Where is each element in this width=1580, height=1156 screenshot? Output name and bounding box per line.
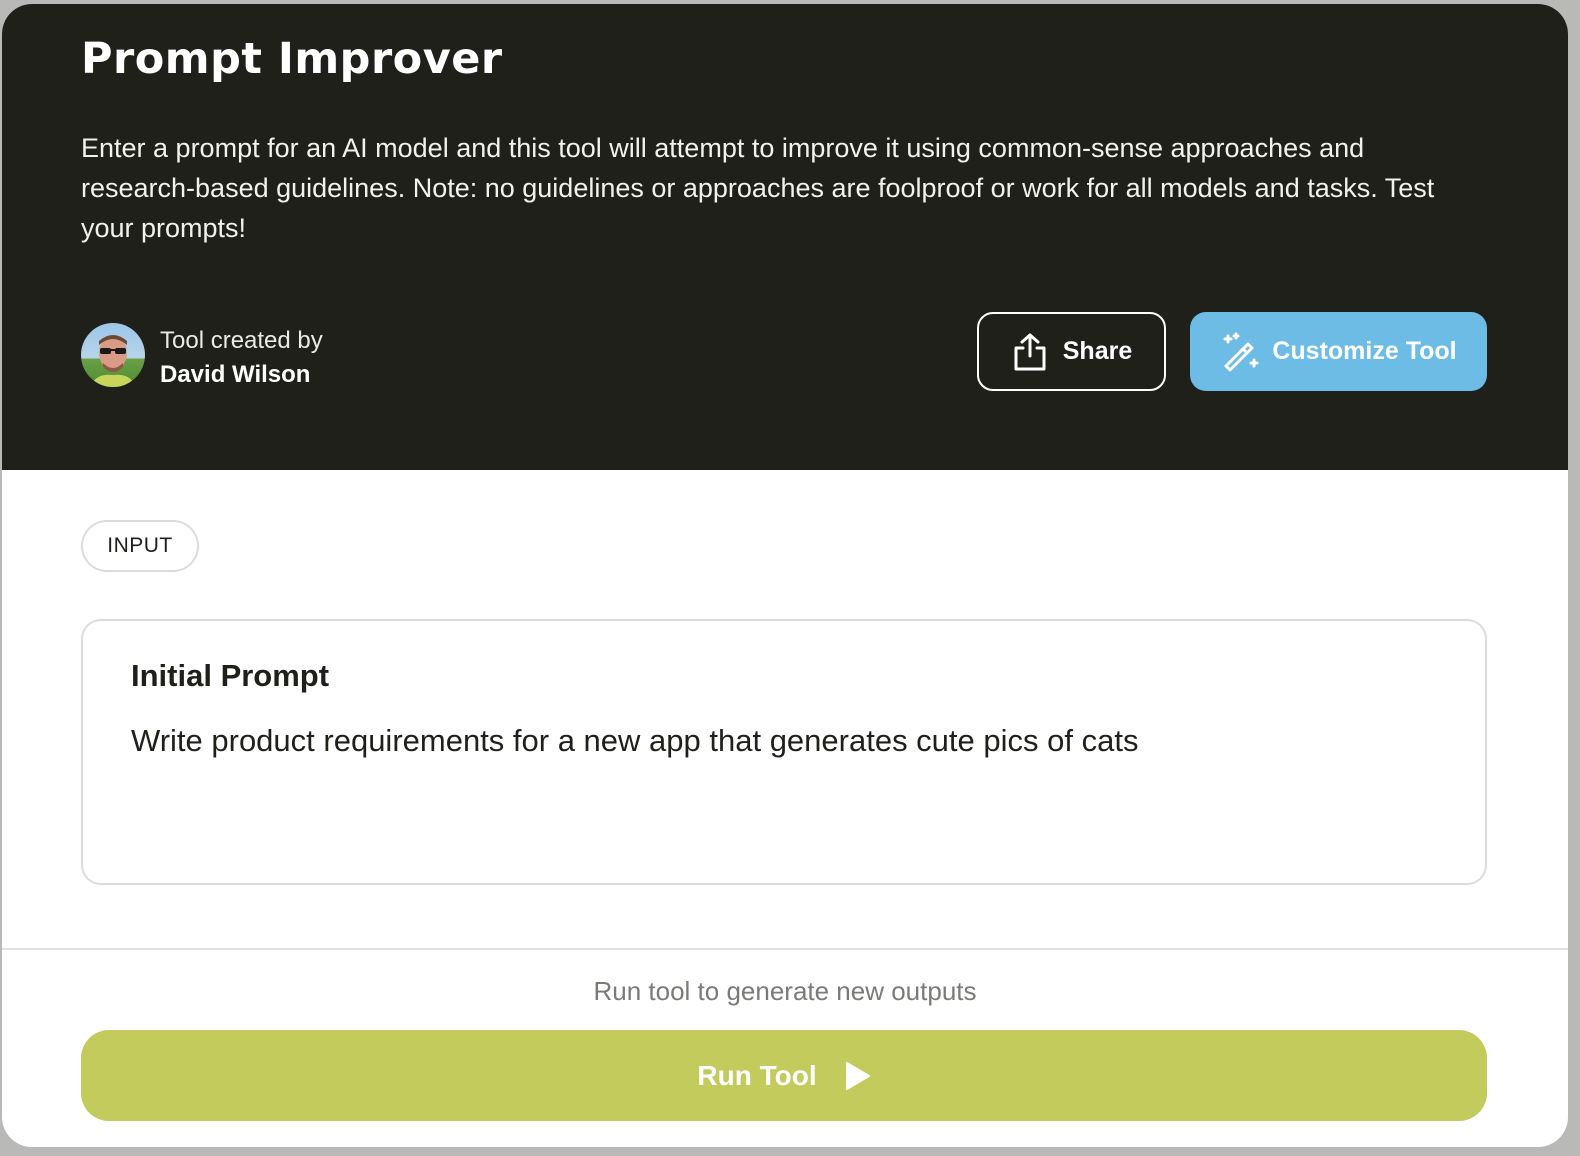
creator-name[interactable]: David Wilson — [160, 361, 310, 389]
tool-header: Prompt Improver Enter a prompt for an AI… — [2, 4, 1568, 470]
tool-description: Enter a prompt for an AI model and this … — [81, 133, 1435, 243]
customize-label: Customize Tool — [1272, 337, 1457, 365]
app-window: Prompt Improver Enter a prompt for an AI… — [2, 4, 1568, 1147]
page-title: Prompt Improver — [81, 34, 503, 84]
initial-prompt-card: Initial Prompt Write product requirement… — [81, 619, 1487, 885]
customize-tool-button[interactable]: Customize Tool — [1190, 312, 1487, 391]
initial-prompt-input[interactable]: Write product requirements for a new app… — [131, 721, 1431, 841]
share-button[interactable]: Share — [977, 312, 1166, 391]
share-label: Share — [1062, 337, 1133, 365]
creator-label: Tool created by — [160, 327, 323, 354]
play-icon — [843, 1061, 871, 1091]
section-divider — [2, 948, 1568, 950]
run-status-text: Run tool to generate new outputs — [593, 976, 977, 1006]
share-icon — [1011, 332, 1049, 372]
avatar — [81, 323, 145, 387]
run-tool-label: Run Tool — [697, 1059, 817, 1091]
magic-wand-icon — [1220, 332, 1260, 372]
run-tool-button[interactable]: Run Tool — [81, 1030, 1487, 1121]
initial-prompt-label: Initial Prompt — [131, 658, 330, 693]
input-section-badge: INPUT — [81, 520, 199, 572]
